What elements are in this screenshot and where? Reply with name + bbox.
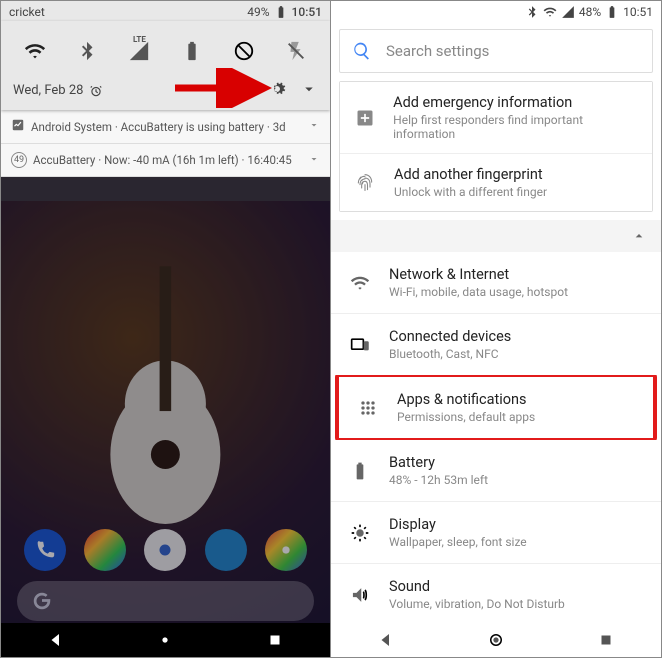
suggestions-card: Add emergency information Help first resp… bbox=[339, 81, 653, 212]
quick-settings-panel: LTE Wed, Feb 28 bbox=[1, 21, 330, 110]
battery-pct: 48% bbox=[579, 5, 601, 19]
notification-android-system[interactable]: Android System · AccuBattery is using ba… bbox=[1, 110, 330, 144]
row-subtitle: Unlock with a different finger bbox=[394, 185, 547, 199]
suggestion-fingerprint[interactable]: Add another fingerprint Unlock with a dif… bbox=[340, 153, 652, 211]
status-bar: cricket 49% 10:51 bbox=[1, 1, 330, 21]
notification-text: Android System · AccuBattery is using ba… bbox=[31, 120, 286, 134]
chrome-app-icon[interactable] bbox=[265, 529, 307, 571]
chevron-up-icon bbox=[631, 228, 647, 244]
row-subtitle: Wallpaper, sleep, font size bbox=[389, 535, 527, 549]
chevron-down-icon bbox=[308, 119, 320, 134]
notification-accubattery[interactable]: 49 AccuBattery · Now: -40 mA (16h 1m lef… bbox=[1, 144, 330, 177]
row-subtitle: Permissions, default apps bbox=[397, 410, 535, 424]
nav-bar bbox=[331, 623, 661, 657]
phone-settings: 48% 10:51 Search settings Add emergency … bbox=[331, 1, 661, 657]
google-search-bar[interactable] bbox=[17, 581, 314, 621]
notification-text: AccuBattery · Now: -40 mA (16h 1m left) … bbox=[33, 153, 292, 167]
flashlight-toggle[interactable] bbox=[278, 33, 314, 69]
clock: 10:51 bbox=[623, 5, 653, 19]
settings-connected-devices[interactable]: Connected devices Bluetooth, Cast, NFC bbox=[331, 313, 661, 375]
home-button[interactable] bbox=[487, 631, 505, 649]
row-subtitle: Volume, vibration, Do Not Disturb bbox=[389, 597, 565, 611]
row-title: Battery bbox=[389, 454, 488, 471]
signal-icon bbox=[561, 5, 575, 19]
home-button[interactable] bbox=[156, 631, 174, 649]
bluetooth-toggle[interactable] bbox=[69, 33, 105, 69]
row-title: Add another fingerprint bbox=[394, 166, 547, 183]
camera-app-icon[interactable] bbox=[144, 529, 186, 571]
signal-toggle[interactable]: LTE bbox=[121, 33, 157, 69]
phone-notification-shade: cricket 49% 10:51 LTE Wed, Feb 28 Androi… bbox=[1, 1, 331, 657]
row-subtitle: Bluetooth, Cast, NFC bbox=[389, 347, 511, 361]
back-button[interactable] bbox=[377, 631, 395, 649]
photos-app-icon[interactable] bbox=[84, 529, 126, 571]
settings-display[interactable]: Display Wallpaper, sleep, font size bbox=[331, 501, 661, 563]
nav-bar bbox=[1, 623, 330, 657]
row-title: Sound bbox=[389, 578, 565, 595]
battery-icon bbox=[349, 461, 371, 481]
alarm-icon bbox=[89, 84, 103, 98]
expand-chevron[interactable] bbox=[300, 80, 318, 102]
recents-button[interactable] bbox=[597, 631, 615, 649]
settings-gear-button[interactable] bbox=[268, 80, 286, 102]
recents-button[interactable] bbox=[266, 631, 284, 649]
system-icon bbox=[11, 118, 25, 135]
suggestion-emergency-info[interactable]: Add emergency information Help first resp… bbox=[340, 82, 652, 153]
battery-toggle[interactable] bbox=[174, 33, 210, 69]
settings-sound[interactable]: Sound Volume, vibration, Do Not Disturb bbox=[331, 563, 661, 625]
row-subtitle: Help first responders find important inf… bbox=[393, 113, 638, 141]
row-title: Apps & notifications bbox=[397, 391, 535, 408]
devices-icon bbox=[349, 335, 371, 355]
suggestions-collapse[interactable] bbox=[331, 220, 661, 252]
plus-icon bbox=[354, 108, 375, 128]
google-icon bbox=[31, 590, 53, 612]
app-icon[interactable] bbox=[205, 529, 247, 571]
phone-app-icon[interactable] bbox=[24, 529, 66, 571]
battery-icon bbox=[605, 5, 619, 19]
display-icon bbox=[349, 523, 371, 543]
clock: 10:51 bbox=[292, 5, 322, 19]
app-dock bbox=[1, 529, 330, 571]
settings-network[interactable]: Network & Internet Wi-Fi, mobile, data us… bbox=[331, 252, 661, 313]
wifi-toggle[interactable] bbox=[17, 33, 53, 69]
wifi-icon bbox=[543, 5, 557, 19]
row-title: Network & Internet bbox=[389, 266, 568, 283]
row-title: Connected devices bbox=[389, 328, 511, 345]
annotation-highlight: Apps & notifications Permissions, default… bbox=[335, 373, 657, 442]
apps-icon bbox=[357, 398, 379, 418]
settings-apps-notifications[interactable]: Apps & notifications Permissions, default… bbox=[339, 377, 653, 438]
search-icon bbox=[352, 41, 372, 61]
settings-search[interactable]: Search settings bbox=[339, 29, 653, 73]
chevron-down-icon bbox=[308, 153, 320, 168]
wifi-icon bbox=[349, 273, 371, 293]
status-bar: 48% 10:51 bbox=[331, 1, 661, 21]
date-label: Wed, Feb 28 bbox=[13, 83, 83, 98]
row-subtitle: 48% - 12h 53m left bbox=[389, 473, 488, 487]
carrier-label: cricket bbox=[9, 5, 45, 19]
battery-pct: 49% bbox=[247, 5, 269, 19]
battery-icon bbox=[274, 5, 288, 19]
dnd-toggle[interactable] bbox=[226, 33, 262, 69]
row-title: Add emergency information bbox=[393, 94, 638, 111]
fingerprint-icon bbox=[354, 173, 376, 193]
battery-ring-icon: 49 bbox=[11, 152, 27, 168]
sound-icon bbox=[349, 585, 371, 605]
home-wallpaper bbox=[1, 201, 330, 657]
settings-battery[interactable]: Battery 48% - 12h 53m left bbox=[331, 440, 661, 501]
row-title: Display bbox=[389, 516, 527, 533]
row-subtitle: Wi-Fi, mobile, data usage, hotspot bbox=[389, 285, 568, 299]
wallpaper-art bbox=[93, 237, 238, 556]
bluetooth-icon bbox=[525, 5, 539, 19]
settings-list: Network & Internet Wi-Fi, mobile, data us… bbox=[331, 252, 661, 657]
back-button[interactable] bbox=[47, 631, 65, 649]
search-placeholder: Search settings bbox=[386, 42, 489, 60]
